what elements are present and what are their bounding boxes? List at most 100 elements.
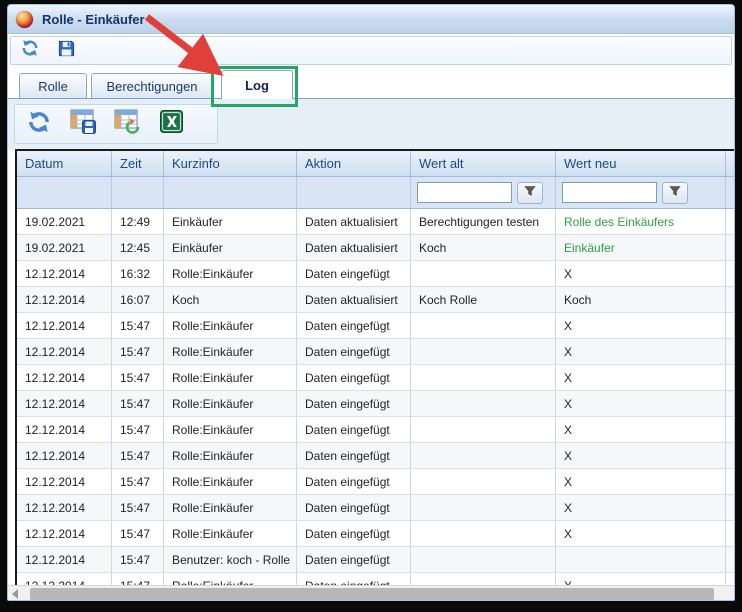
table-row[interactable]: 12.12.201415:47Rolle:EinkäuferDaten eing… (17, 469, 734, 495)
wert-alt-filter-button[interactable] (517, 182, 543, 204)
cell-wert-alt (411, 443, 556, 468)
cell-datum: 12.12.2014 (17, 261, 112, 286)
table-row[interactable]: 12.12.201415:47Rolle:EinkäuferDaten eing… (17, 573, 734, 585)
cell-aktion: Daten eingefügt (297, 417, 411, 442)
table-row[interactable]: 12.12.201415:47Rolle:EinkäuferDaten eing… (17, 391, 734, 417)
cell-aktion: Daten aktualisiert (297, 235, 411, 260)
excel-export-icon (159, 109, 184, 139)
table-row[interactable]: 12.12.201415:47Rolle:EinkäuferDaten eing… (17, 417, 734, 443)
table-row[interactable]: 12.12.201415:47Rolle:EinkäuferDaten eing… (17, 443, 734, 469)
column-header-zeit[interactable]: Zeit (112, 151, 164, 176)
cell-datum: 12.12.2014 (17, 339, 112, 364)
save-button[interactable] (55, 40, 77, 62)
table-toolbar-panel (14, 104, 218, 144)
table-row[interactable]: 12.12.201415:47Rolle:EinkäuferDaten eing… (17, 365, 734, 391)
cell-sliver (726, 313, 734, 338)
cell-sliver (726, 287, 734, 312)
cell-wert-neu: X (556, 261, 726, 286)
scrollbar-thumb[interactable] (30, 588, 714, 600)
table-row[interactable]: 12.12.201415:47Benutzer: koch - RolleDat… (17, 547, 734, 573)
table-row[interactable]: 12.12.201415:47Rolle:EinkäuferDaten eing… (17, 521, 734, 547)
refresh-button[interactable] (19, 40, 41, 62)
window-title: Rolle - Einkäufer (42, 12, 145, 27)
filter-cell-aktion (297, 177, 411, 208)
tab-log[interactable]: Log (221, 70, 293, 99)
table-refresh-icon (114, 108, 141, 140)
cell-wert-alt (411, 547, 556, 572)
refresh-icon (26, 109, 52, 140)
wert-alt-filter-input[interactable] (417, 182, 512, 203)
wert-neu-filter-button[interactable] (662, 182, 688, 204)
horizontal-scrollbar[interactable] (8, 585, 734, 601)
cell-aktion: Daten eingefügt (297, 261, 411, 286)
cell-zeit: 12:45 (112, 235, 164, 260)
table-refresh-button[interactable] (25, 110, 53, 138)
cell-zeit: 15:47 (112, 521, 164, 546)
table-toolbar (8, 99, 734, 149)
app-window: Rolle - Einkäufer (7, 4, 735, 601)
cell-zeit: 15:47 (112, 495, 164, 520)
cell-sliver (726, 235, 734, 260)
cell-zeit: 15:47 (112, 313, 164, 338)
cell-kurzinfo: Rolle:Einkäufer (164, 469, 297, 494)
cell-wert-alt: Berechtigungen testen (411, 209, 556, 234)
tab-rolle[interactable]: Rolle (19, 73, 87, 98)
cell-aktion: Daten eingefügt (297, 313, 411, 338)
cell-wert-alt (411, 521, 556, 546)
filter-funnel-icon (669, 184, 681, 202)
cell-kurzinfo: Rolle:Einkäufer (164, 339, 297, 364)
column-header-kurzinfo[interactable]: Kurzinfo (164, 151, 297, 176)
cell-aktion: Daten eingefügt (297, 547, 411, 572)
cell-aktion: Daten eingefügt (297, 495, 411, 520)
table-rows: 19.02.202112:49EinkäuferDaten aktualisie… (17, 209, 734, 585)
cell-sliver (726, 547, 734, 572)
cell-datum: 12.12.2014 (17, 469, 112, 494)
excel-export-button[interactable] (157, 110, 185, 138)
export-refresh-button[interactable] (113, 110, 141, 138)
cell-aktion: Daten eingefügt (297, 521, 411, 546)
table-row[interactable]: 12.12.201416:32Rolle:EinkäuferDaten eing… (17, 261, 734, 287)
top-toolbar-wrap (8, 34, 734, 66)
cell-datum: 12.12.2014 (17, 521, 112, 546)
cell-wert-alt (411, 365, 556, 390)
tab-berechtigungen[interactable]: Berechtigungen (91, 73, 213, 98)
cell-zeit: 15:47 (112, 443, 164, 468)
column-header-wert-alt[interactable]: Wert alt (411, 151, 556, 176)
cell-datum: 12.12.2014 (17, 391, 112, 416)
table-row[interactable]: 19.02.202112:45EinkäuferDaten aktualisie… (17, 235, 734, 261)
cell-wert-neu: X (556, 443, 726, 468)
cell-datum: 19.02.2021 (17, 235, 112, 260)
cell-wert-neu: X (556, 495, 726, 520)
cell-wert-neu: X (556, 417, 726, 442)
cell-datum: 12.12.2014 (17, 287, 112, 312)
cell-wert-neu: Koch (556, 287, 726, 312)
cell-aktion: Daten eingefügt (297, 339, 411, 364)
table-row[interactable]: 12.12.201415:47Rolle:EinkäuferDaten eing… (17, 339, 734, 365)
cell-datum: 12.12.2014 (17, 417, 112, 442)
cell-datum: 12.12.2014 (17, 443, 112, 468)
wert-neu-filter-input[interactable] (562, 182, 657, 203)
table-row[interactable]: 12.12.201415:47Rolle:EinkäuferDaten eing… (17, 313, 734, 339)
cell-sliver (726, 573, 734, 585)
column-header-datum[interactable]: Datum (17, 151, 112, 176)
cell-kurzinfo: Benutzer: koch - Rolle (164, 547, 297, 572)
table-row[interactable]: 12.12.201415:47Rolle:EinkäuferDaten eing… (17, 495, 734, 521)
cell-datum: 19.02.2021 (17, 209, 112, 234)
cell-wert-neu: X (556, 391, 726, 416)
scroll-left-icon[interactable] (12, 589, 18, 599)
cell-zeit: 15:47 (112, 573, 164, 585)
column-header-aktion[interactable]: Aktion (297, 151, 411, 176)
cell-zeit: 15:47 (112, 469, 164, 494)
table-row[interactable]: 12.12.201416:07KochDaten aktualisiertKoc… (17, 287, 734, 313)
column-header-wert-neu[interactable]: Wert neu (556, 151, 726, 176)
filter-cell-kurzinfo (164, 177, 297, 208)
cell-kurzinfo: Rolle:Einkäufer (164, 261, 297, 286)
cell-aktion: Daten eingefügt (297, 469, 411, 494)
export-save-button[interactable] (69, 110, 97, 138)
filter-funnel-icon (524, 184, 536, 202)
screenshot-frame: Rolle - Einkäufer (0, 0, 742, 612)
table-row[interactable]: 19.02.202112:49EinkäuferDaten aktualisie… (17, 209, 734, 235)
cell-wert-alt (411, 469, 556, 494)
cell-datum: 12.12.2014 (17, 573, 112, 585)
cell-sliver (726, 365, 734, 390)
